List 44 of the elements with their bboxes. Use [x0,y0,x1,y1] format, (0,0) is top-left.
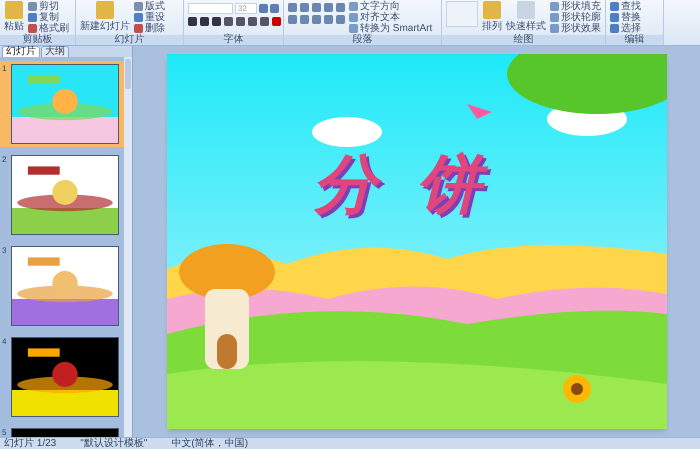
ribbon-button[interactable]: 格式刷 [28,23,69,34]
group-label: 编辑 [606,35,663,45]
slide-number: 4 [2,337,8,348]
ribbon-button[interactable]: 复制 [28,12,69,23]
ribbon-button[interactable]: 转换为 SmartArt [349,23,432,34]
ribbon-button[interactable]: 查找 [610,1,659,12]
status-text: 幻灯片 1/23 [4,438,56,448]
slide-number: 2 [2,155,8,166]
slide-number: 1 [2,64,8,75]
ribbon-button[interactable]: 对齐文本 [349,12,432,23]
ribbon-button[interactable]: 重设 [134,12,165,23]
group-label: 字体 [184,35,283,45]
font-name-field[interactable] [188,3,233,14]
slide-number: 5 [2,428,8,437]
group-label: 剪贴板 [0,35,75,45]
slide-number: 3 [2,246,8,257]
ribbon-large-button[interactable]: 快速样式 [506,1,546,34]
ribbon-button[interactable]: 替换 [610,12,659,23]
group-label: 绘图 [442,35,605,45]
ribbon-button[interactable]: 形状效果 [550,23,601,34]
scrollbar[interactable] [124,57,132,437]
ribbon-button[interactable]: 删除 [134,23,165,34]
slide-title: 分饼 [312,149,520,219]
group-label: 幻灯片 [76,35,183,45]
status-text: "默认设计模板" [80,438,148,448]
tool-icon [5,1,23,19]
slide-thumbnail[interactable]: 1 [0,61,124,147]
status-text: 中文(简体，中国) [171,438,248,448]
ribbon-button[interactable]: 形状填充 [550,1,601,12]
ribbon-button[interactable]: 文字方向 [349,1,432,12]
ribbon-button[interactable]: 剪切 [28,1,69,12]
ribbon-button[interactable]: 版式 [134,1,165,12]
tool-icon [96,1,114,19]
ribbon-large-button[interactable]: 粘贴 [4,1,24,34]
ribbon-button[interactable]: 形状轮廓 [550,12,601,23]
ribbon-large-button[interactable]: 新建幻灯片 [80,1,130,34]
tool-icon [483,1,501,19]
tool-icon [517,1,535,19]
ribbon-button[interactable]: 选择 [610,23,659,34]
panel-tab[interactable]: 大纲 [41,46,69,57]
group-label: 段落 [284,35,441,45]
panel-tab[interactable]: 幻灯片 [2,46,40,57]
ribbon-large-button[interactable]: 排列 [482,1,502,34]
shapes-gallery[interactable] [446,1,478,27]
